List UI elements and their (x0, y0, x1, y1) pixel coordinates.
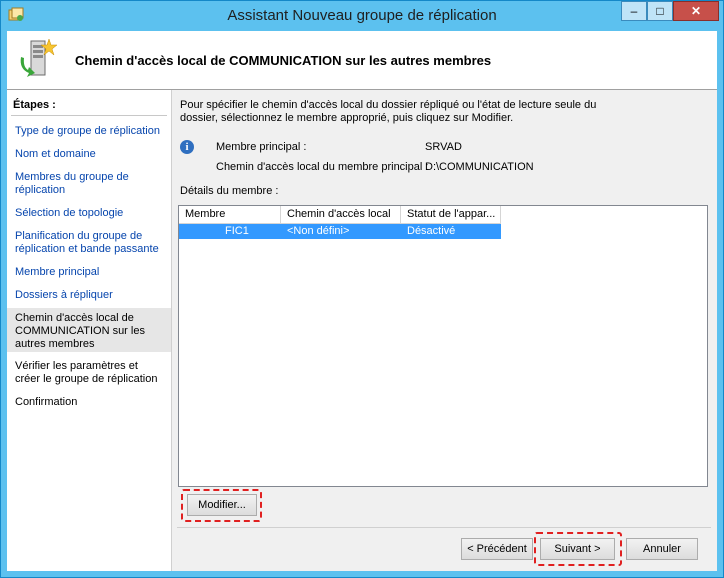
step-group-members[interactable]: Membres du groupe de réplication (15, 171, 165, 197)
steps-label: Étapes : (13, 99, 56, 111)
table-header: Membre Chemin d'accès local Statut de l'… (179, 206, 501, 224)
cell-local-path: <Non défini> (287, 225, 350, 237)
cell-status: Désactivé (407, 225, 456, 237)
step-primary-member[interactable]: Membre principal (15, 266, 165, 279)
primary-member-value: SRVAD (425, 141, 462, 153)
close-button[interactable]: ✕ (673, 1, 719, 21)
info-icon: i (180, 140, 194, 154)
wizard-header: Chemin d'accès local de COMMUNICATION su… (7, 31, 717, 90)
step-confirmation: Confirmation (15, 396, 78, 408)
server-wizard-icon (20, 38, 58, 77)
column-header-local-path[interactable]: Chemin d'accès local (281, 206, 401, 223)
cancel-button[interactable]: Annuler (626, 538, 698, 560)
table-row[interactable]: FIC1 <Non défini> Désactivé (179, 224, 501, 239)
step-replication-type[interactable]: Type de groupe de réplication (15, 125, 165, 138)
instructions-text: Pour spécifier le chemin d'accès local d… (180, 99, 597, 124)
step-local-path-current: Chemin d'accès local de COMMUNICATION su… (15, 312, 145, 350)
step-topology-selection[interactable]: Sélection de topologie (15, 207, 165, 220)
local-path-value: D:\COMMUNICATION (425, 161, 534, 173)
local-path-label: Chemin d'accès local du membre principal… (216, 161, 429, 173)
step-schedule-bandwidth[interactable]: Planification du groupe de réplication e… (15, 230, 165, 256)
column-header-member[interactable]: Membre (179, 206, 281, 223)
title-bar[interactable]: Assistant Nouveau groupe de réplication … (1, 1, 723, 31)
footer-divider (177, 527, 711, 528)
previous-button[interactable]: < Précédent (461, 538, 533, 560)
step-name-domain[interactable]: Nom et domaine (15, 148, 165, 161)
main-content: Pour spécifier le chemin d'accès local d… (177, 90, 711, 522)
wizard-client-area: Chemin d'accès local de COMMUNICATION su… (7, 31, 717, 571)
column-header-status[interactable]: Statut de l'appar... (401, 206, 501, 223)
member-details-table[interactable]: Membre Chemin d'accès local Statut de l'… (178, 205, 708, 487)
step-folders-to-replicate[interactable]: Dossiers à répliquer (15, 289, 165, 302)
modify-button[interactable]: Modifier... (187, 494, 257, 516)
step-review-settings: Vérifier les paramètres et créer le grou… (15, 360, 158, 385)
window-title: Assistant Nouveau groupe de réplication (227, 7, 497, 24)
next-button[interactable]: Suivant > (540, 538, 615, 560)
maximize-button[interactable]: □ (647, 1, 673, 21)
member-details-label: Détails du membre : (180, 185, 279, 197)
steps-sidebar: Étapes : Type de groupe de réplication N… (7, 90, 172, 571)
steps-divider (11, 115, 167, 116)
cell-member: FIC1 (225, 225, 249, 237)
wizard-window: Assistant Nouveau groupe de réplication … (0, 0, 724, 578)
primary-member-label: Membre principal : (216, 141, 307, 153)
page-title: Chemin d'accès local de COMMUNICATION su… (75, 53, 492, 68)
minimize-button[interactable]: – (621, 1, 647, 21)
